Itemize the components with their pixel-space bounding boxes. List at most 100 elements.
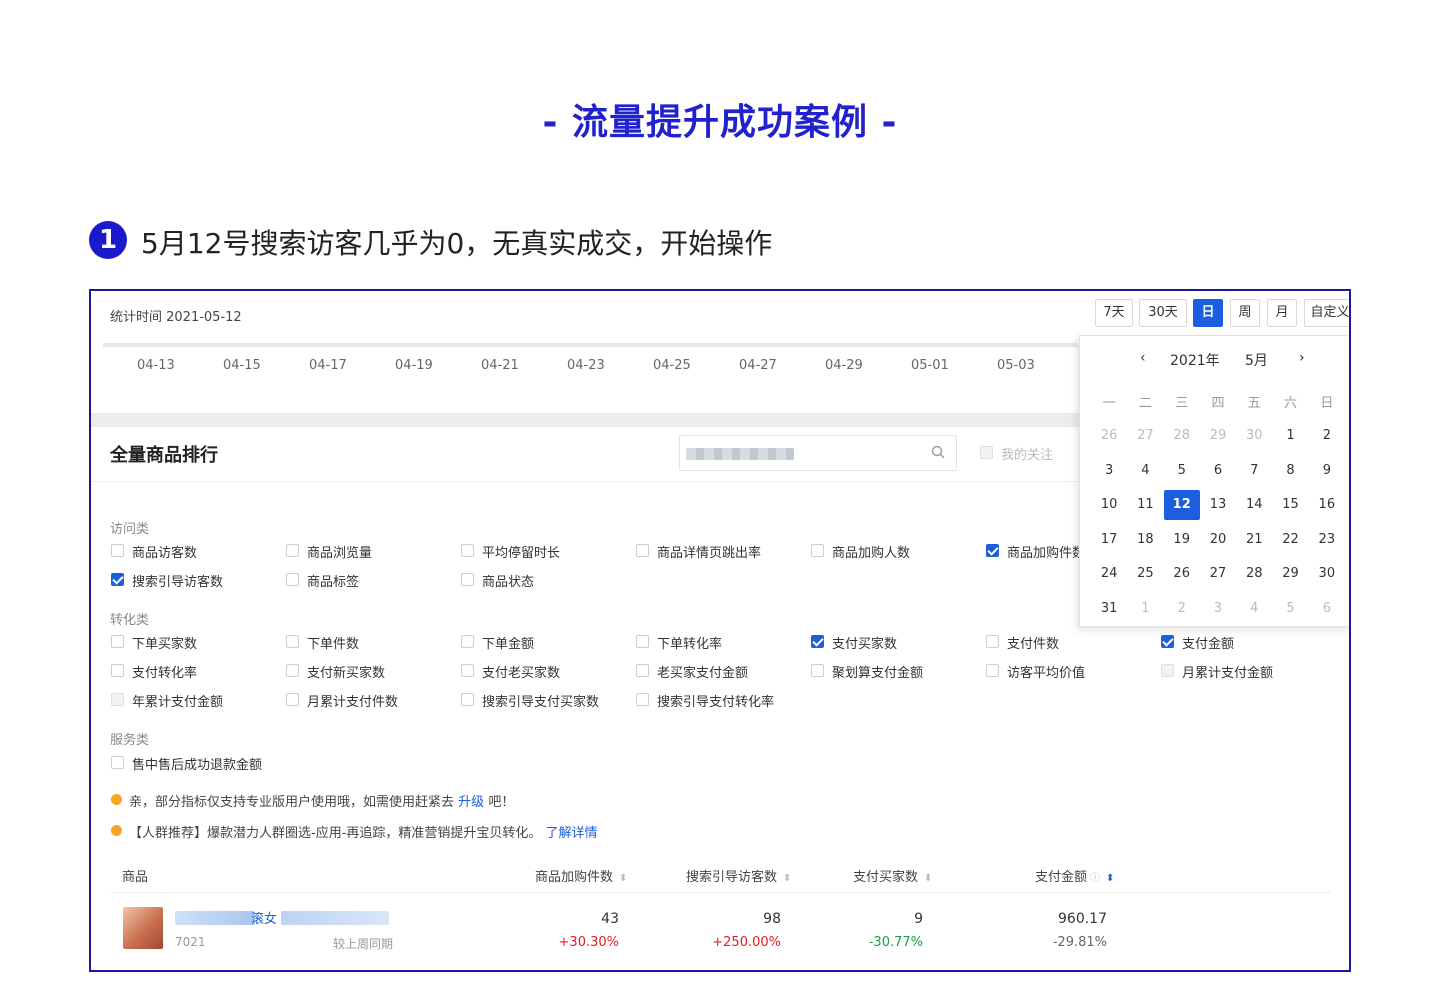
search-icon[interactable]: [930, 444, 946, 460]
calendar-day[interactable]: 2: [1164, 601, 1200, 616]
metric-checkbox[interactable]: [286, 635, 299, 648]
calendar-day[interactable]: 1: [1127, 601, 1163, 616]
calendar-day[interactable]: 6: [1200, 463, 1236, 478]
calendar-day[interactable]: 25: [1127, 566, 1163, 581]
calendar-day[interactable]: 17: [1091, 532, 1127, 547]
column-header-search-visitors[interactable]: 搜索引导访客数 ⬍: [686, 866, 791, 885]
metric-checkbox[interactable]: [636, 664, 649, 677]
product-search-input[interactable]: [679, 435, 957, 471]
metric-checkbox-disabled[interactable]: [111, 693, 124, 706]
column-header-payment-amount[interactable]: 支付金额 ⓘ ⬍: [1035, 866, 1114, 885]
prev-month-icon[interactable]: ‹: [1140, 350, 1146, 366]
calendar-day[interactable]: 21: [1236, 532, 1272, 547]
calendar-day[interactable]: 30: [1236, 428, 1272, 443]
sort-icon[interactable]: ⬍: [619, 873, 627, 884]
calendar-day[interactable]: 13: [1200, 497, 1236, 512]
cell-change: +30.30%: [558, 935, 619, 950]
metric-checkbox[interactable]: [461, 544, 474, 557]
metric-checkbox-checked[interactable]: [1161, 635, 1174, 648]
calendar-year[interactable]: 2021年: [1170, 350, 1220, 370]
metric-checkbox[interactable]: [461, 573, 474, 586]
metric-checkbox[interactable]: [986, 664, 999, 677]
my-favorites-checkbox[interactable]: [980, 446, 993, 459]
metric-checkbox[interactable]: [286, 693, 299, 706]
calendar-day[interactable]: 28: [1164, 428, 1200, 443]
sort-icon[interactable]: ⬍: [924, 873, 932, 884]
calendar-day[interactable]: 1: [1272, 428, 1308, 443]
calendar-day[interactable]: 6: [1309, 601, 1345, 616]
range-day-button[interactable]: 日: [1193, 299, 1223, 327]
calendar-day[interactable]: 7: [1236, 463, 1272, 478]
product-name[interactable]: 滚女: [251, 908, 277, 927]
calendar-day[interactable]: 29: [1272, 566, 1308, 581]
sort-icon[interactable]: ⬍: [783, 873, 791, 884]
metric-checkbox[interactable]: [286, 544, 299, 557]
range-30days-button[interactable]: 30天: [1139, 299, 1187, 327]
calendar-day[interactable]: 31: [1091, 601, 1127, 616]
calendar-day[interactable]: 16: [1309, 497, 1345, 512]
calendar-month[interactable]: 5月: [1245, 350, 1268, 370]
calendar-day[interactable]: 19: [1164, 532, 1200, 547]
metric-checkbox-checked[interactable]: [811, 635, 824, 648]
metric-checkbox[interactable]: [111, 756, 124, 769]
date-axis-slider[interactable]: [103, 343, 1078, 347]
calendar-day[interactable]: 3: [1200, 601, 1236, 616]
product-name-blurred[interactable]: [175, 911, 255, 925]
learn-more-link[interactable]: 了解详情: [546, 826, 598, 841]
calendar-day[interactable]: 9: [1309, 463, 1345, 478]
calendar-day[interactable]: 5: [1164, 463, 1200, 478]
calendar-day[interactable]: 4: [1236, 601, 1272, 616]
column-header-cart-items[interactable]: 商品加购件数 ⬍: [535, 866, 627, 885]
range-month-button[interactable]: 月: [1267, 299, 1297, 327]
calendar-day[interactable]: 28: [1236, 566, 1272, 581]
calendar-day[interactable]: 10: [1091, 497, 1127, 512]
help-icon[interactable]: ⓘ: [1090, 869, 1100, 884]
calendar-day[interactable]: 26: [1164, 566, 1200, 581]
metric-checkbox[interactable]: [461, 664, 474, 677]
calendar-day[interactable]: 30: [1309, 566, 1345, 581]
upgrade-link[interactable]: 升级: [458, 795, 484, 810]
metric-checkbox-disabled[interactable]: [1161, 664, 1174, 677]
product-thumbnail[interactable]: [123, 907, 163, 949]
sort-icon[interactable]: ⬍: [1106, 873, 1114, 884]
metric-checkbox[interactable]: [286, 573, 299, 586]
metric-checkbox[interactable]: [811, 544, 824, 557]
next-month-icon[interactable]: ›: [1299, 350, 1305, 366]
calendar-day[interactable]: 23: [1309, 532, 1345, 547]
metric-checkbox[interactable]: [111, 664, 124, 677]
calendar-day[interactable]: 27: [1200, 566, 1236, 581]
calendar-day[interactable]: 4: [1127, 463, 1163, 478]
calendar-day[interactable]: 14: [1236, 497, 1272, 512]
range-7days-button[interactable]: 7天: [1095, 299, 1133, 327]
column-header-paying-buyers[interactable]: 支付买家数 ⬍: [853, 866, 932, 885]
product-name-blurred[interactable]: [281, 911, 389, 925]
metric-checkbox[interactable]: [636, 693, 649, 706]
calendar-day[interactable]: 18: [1127, 532, 1163, 547]
calendar-day[interactable]: 22: [1272, 532, 1308, 547]
calendar-day[interactable]: 20: [1200, 532, 1236, 547]
calendar-day[interactable]: 27: [1127, 428, 1163, 443]
metric-checkbox-checked[interactable]: [986, 544, 999, 557]
metric-checkbox[interactable]: [111, 544, 124, 557]
calendar-day[interactable]: 15: [1272, 497, 1308, 512]
metric-checkbox[interactable]: [636, 544, 649, 557]
calendar-day[interactable]: 29: [1200, 428, 1236, 443]
range-week-button[interactable]: 周: [1230, 299, 1260, 327]
range-custom-button[interactable]: 自定义: [1304, 299, 1349, 327]
metric-checkbox[interactable]: [986, 635, 999, 648]
calendar-day[interactable]: 26: [1091, 428, 1127, 443]
metric-checkbox[interactable]: [461, 635, 474, 648]
calendar-day[interactable]: 2: [1309, 428, 1345, 443]
metric-checkbox[interactable]: [636, 635, 649, 648]
calendar-day[interactable]: 8: [1272, 463, 1308, 478]
metric-checkbox[interactable]: [111, 635, 124, 648]
calendar-day[interactable]: 11: [1127, 497, 1163, 512]
metric-checkbox-checked[interactable]: [111, 573, 124, 586]
metric-checkbox[interactable]: [286, 664, 299, 677]
calendar-day-selected[interactable]: 12: [1163, 489, 1200, 520]
calendar-day[interactable]: 5: [1272, 601, 1308, 616]
metric-checkbox[interactable]: [811, 664, 824, 677]
metric-checkbox[interactable]: [461, 693, 474, 706]
calendar-day[interactable]: 24: [1091, 566, 1127, 581]
calendar-day[interactable]: 3: [1091, 463, 1127, 478]
